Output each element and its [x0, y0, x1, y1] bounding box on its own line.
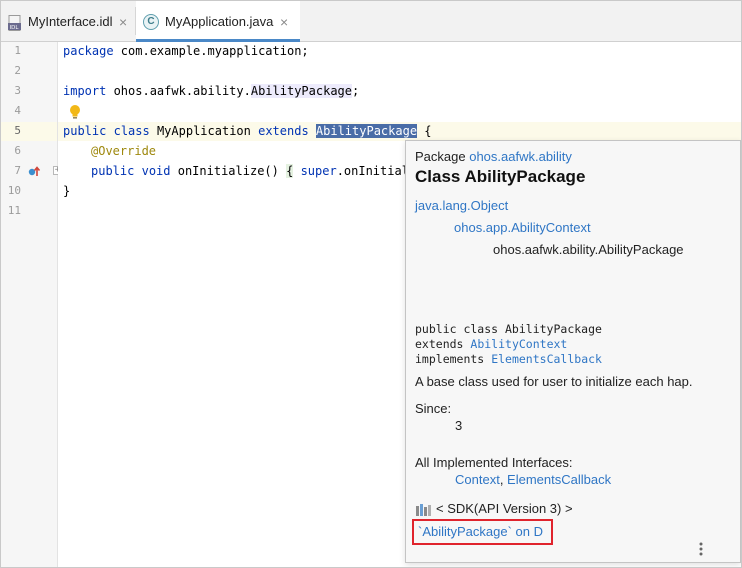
- close-icon[interactable]: ×: [119, 14, 127, 30]
- line-number: 11: [7, 204, 21, 217]
- code-line-10: }: [63, 184, 71, 198]
- line-number: 7: [14, 164, 21, 177]
- code-line-6: @Override: [91, 144, 157, 158]
- external-doc-link[interactable]: `AbilityPackage` on D: [418, 524, 543, 539]
- line-number: 6: [14, 144, 21, 157]
- extends-link[interactable]: AbilityContext: [470, 337, 567, 351]
- line-number: 4: [14, 104, 21, 117]
- code-line-5: public class MyApplication extends Abili…: [63, 124, 432, 138]
- implements-link[interactable]: ElementsCallback: [491, 352, 602, 366]
- editor-gutter[interactable]: 1 2 3 4 5 6 7 10 11 +: [1, 42, 62, 567]
- package-line: Package ohos.aafwk.ability: [415, 149, 572, 164]
- interface-link-elementscallback[interactable]: ElementsCallback: [507, 472, 611, 487]
- line-number: 1: [14, 44, 21, 57]
- close-icon[interactable]: ×: [280, 14, 288, 30]
- idl-file-icon: IDL: [8, 15, 21, 31]
- line-number: 5: [14, 124, 21, 137]
- declaration-extends: extends AbilityContext: [415, 337, 568, 351]
- sdk-library-icon: [416, 504, 431, 516]
- class-title: Class AbilityPackage: [415, 167, 586, 186]
- interfaces-list: Context, ElementsCallback: [455, 472, 612, 487]
- selected-identifier: AbilityPackage: [315, 124, 418, 138]
- line-number: 2: [14, 64, 21, 77]
- more-options-icon[interactable]: [699, 542, 703, 556]
- class-description: A base class used for user to initialize…: [415, 374, 693, 389]
- code-line-7: public void onInitialize() { super.onIni…: [91, 164, 417, 178]
- code-line-1: package com.example.myapplication;: [63, 44, 309, 58]
- java-class-icon: C: [143, 14, 159, 30]
- declaration-line: public class AbilityPackage: [415, 322, 602, 336]
- lightbulb-icon[interactable]: [69, 104, 81, 120]
- hierarchy-link-abilitycontext[interactable]: ohos.app.AbilityContext: [454, 220, 591, 235]
- tab-myapplication-java[interactable]: C MyApplication.java ×: [136, 1, 300, 42]
- line-number: 10: [7, 184, 21, 197]
- interface-link-context[interactable]: Context: [455, 472, 500, 487]
- svg-text:IDL: IDL: [10, 25, 20, 31]
- overrides-method-icon[interactable]: [27, 164, 41, 178]
- sdk-version-label: < SDK(API Version 3) >: [436, 501, 573, 516]
- hierarchy-link-object[interactable]: java.lang.Object: [415, 198, 508, 213]
- quick-documentation-popup[interactable]: Package ohos.aafwk.ability Class Ability…: [405, 140, 741, 563]
- tab-label: MyInterface.idl: [28, 14, 113, 29]
- tab-label: MyApplication.java: [165, 14, 274, 29]
- since-label: Since:: [415, 401, 452, 416]
- code-line-3: import ohos.aafwk.ability.AbilityPackage…: [63, 84, 360, 98]
- ide-window: IDL MyInterface.idl × C MyApplication.ja…: [0, 0, 742, 568]
- package-link[interactable]: ohos.aafwk.ability: [469, 149, 572, 164]
- since-value: 3: [455, 418, 463, 433]
- hierarchy-current-class: ohos.aafwk.ability.AbilityPackage: [493, 242, 684, 257]
- tab-myinterface-idl[interactable]: IDL MyInterface.idl ×: [1, 1, 135, 41]
- line-number: 3: [14, 84, 21, 97]
- interfaces-label: All Implemented Interfaces:: [415, 455, 573, 470]
- editor-tab-bar: IDL MyInterface.idl × C MyApplication.ja…: [1, 1, 741, 42]
- declaration-implements: implements ElementsCallback: [415, 352, 602, 366]
- external-doc-link-highlight[interactable]: `AbilityPackage` on D: [412, 519, 553, 545]
